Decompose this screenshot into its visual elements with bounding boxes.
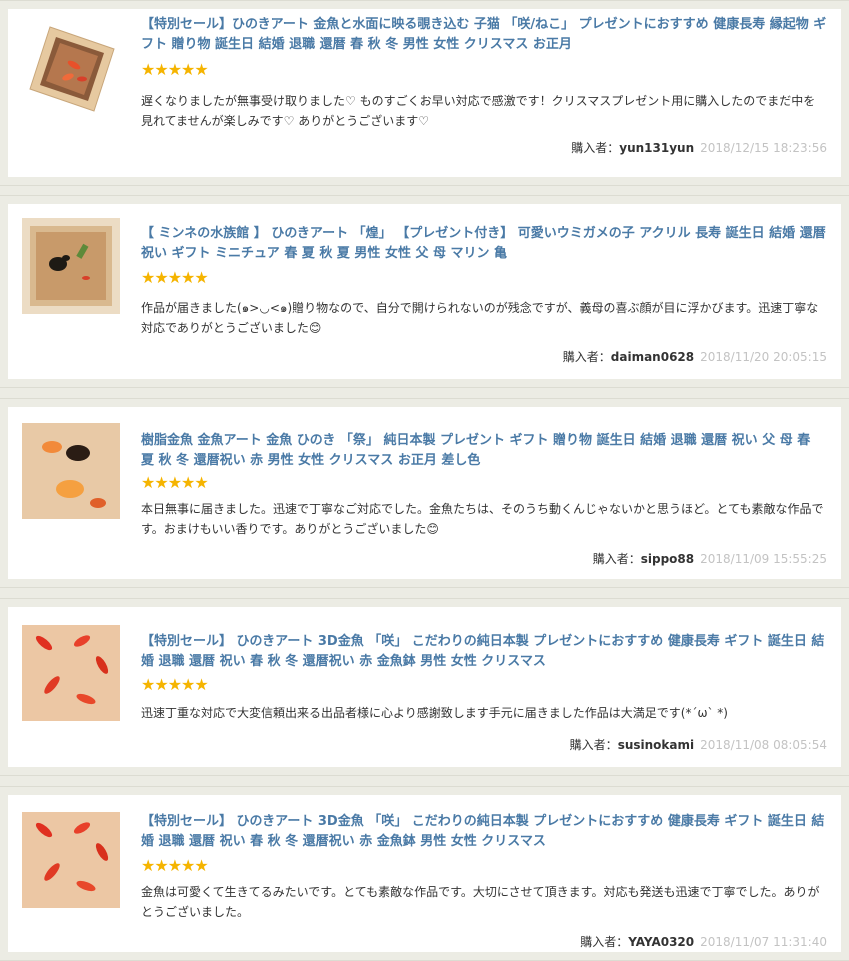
review-card: 【 ミンネの水族館 】 ひのきアート 「煌」 【プレゼント付き】 可愛いウミガメ… — [0, 195, 849, 388]
goldfish-festival-image — [22, 423, 120, 519]
buyer-info: 購入者：yun131yun 2018/12/15 18:23:56 — [571, 139, 827, 156]
review-panel: 【 ミンネの水族館 】 ひのきアート 「煌」 【プレゼント付き】 可愛いウミガメ… — [8, 204, 841, 379]
review-date: 2018/11/20 20:05:15 — [700, 350, 827, 364]
buyer-info: 購入者：sippo88 2018/11/09 15:55:25 — [593, 550, 827, 567]
rating-stars: ★★★★★ — [141, 473, 209, 492]
buyer-label: 購入者： — [571, 141, 620, 155]
buyer-name: yun131yun — [619, 141, 695, 155]
buyer-label: 購入者： — [592, 552, 641, 566]
review-card: 【特別セール】ひのきアート 金魚と水面に映る覗き込む 子猫 「咲/ねこ」 プレゼ… — [0, 0, 849, 186]
buyer-name: daiman0628 — [610, 350, 695, 364]
review-card: 樹脂金魚 金魚アート 金魚 ひのき 「祭」 純日本製 プレゼント ギフト 贈り物… — [0, 398, 849, 588]
rating-stars: ★★★★★ — [141, 675, 209, 694]
buyer-name: sippo88 — [640, 552, 695, 566]
review-panel: 【特別セール】ひのきアート 金魚と水面に映る覗き込む 子猫 「咲/ねこ」 プレゼ… — [8, 9, 841, 177]
buyer-name: susinokami — [617, 738, 695, 752]
product-thumbnail[interactable] — [22, 423, 120, 519]
review-text: 金魚は可愛くて生きてるみたいです。とても素敵な作品です。大切にさせて頂きます。対… — [141, 885, 820, 919]
goldfish-3d-image — [22, 812, 120, 908]
buyer-info: 購入者：YAYA0320 2018/11/07 11:31:40 — [580, 933, 827, 950]
product-title-link[interactable]: 【特別セール】 ひのきアート 3D金魚 「咲」 こだわりの純日本製 プレゼントに… — [141, 812, 827, 852]
review-text: 迅速丁重な対応で大変信頼出来る出品者様に心より感謝致します手元に届きました作品は… — [141, 706, 728, 720]
product-thumbnail[interactable] — [22, 625, 120, 721]
product-title-link[interactable]: 【 ミンネの水族館 】 ひのきアート 「煌」 【プレゼント付き】 可愛いウミガメ… — [141, 224, 827, 264]
review-date: 2018/12/15 18:23:56 — [700, 141, 827, 155]
buyer-label: 購入者： — [562, 350, 611, 364]
review-text: 本日無事に届きました。迅速で丁寧なご対応でした。金魚たちは、そのうち動くんじゃな… — [141, 502, 824, 536]
goldfish-3d-image — [22, 625, 120, 721]
wooden-box-turtle-image — [22, 218, 120, 314]
review-panel: 樹脂金魚 金魚アート 金魚 ひのき 「祭」 純日本製 プレゼント ギフト 贈り物… — [8, 407, 841, 579]
rating-stars: ★★★★★ — [141, 60, 209, 79]
buyer-label: 購入者： — [569, 738, 618, 752]
review-panel: 【特別セール】 ひのきアート 3D金魚 「咲」 こだわりの純日本製 プレゼントに… — [8, 607, 841, 767]
product-thumbnail[interactable] — [22, 218, 120, 314]
buyer-info: 購入者：daiman0628 2018/11/20 20:05:15 — [563, 348, 827, 365]
product-title-link[interactable]: 樹脂金魚 金魚アート 金魚 ひのき 「祭」 純日本製 プレゼント ギフト 贈り物… — [141, 431, 827, 471]
rating-stars: ★★★★★ — [141, 856, 209, 875]
review-date: 2018/11/08 08:05:54 — [700, 738, 827, 752]
review-card: 【特別セール】 ひのきアート 3D金魚 「咲」 こだわりの純日本製 プレゼントに… — [0, 598, 849, 776]
rating-stars: ★★★★★ — [141, 268, 209, 287]
review-text: 作品が届きました(๑>◡<๑)贈り物なので、自分で開けられないのが残念ですが、義… — [141, 301, 819, 335]
buyer-info: 購入者：susinokami 2018/11/08 08:05:54 — [570, 736, 827, 753]
review-text: 遅くなりましたが無事受け取りました♡ ものすごくお早い対応で感激です！クリスマス… — [141, 94, 816, 128]
product-thumbnail[interactable] — [22, 812, 120, 908]
product-thumbnail[interactable] — [22, 19, 120, 115]
review-panel: 【特別セール】 ひのきアート 3D金魚 「咲」 こだわりの純日本製 プレゼントに… — [8, 795, 841, 952]
review-card: 【特別セール】 ひのきアート 3D金魚 「咲」 こだわりの純日本製 プレゼントに… — [0, 786, 849, 961]
product-title-link[interactable]: 【特別セール】ひのきアート 金魚と水面に映る覗き込む 子猫 「咲/ねこ」 プレゼ… — [141, 15, 827, 55]
product-title-link[interactable]: 【特別セール】 ひのきアート 3D金魚 「咲」 こだわりの純日本製 プレゼントに… — [141, 632, 827, 672]
wooden-box-goldfish-cat-image — [22, 19, 120, 115]
review-date: 2018/11/09 15:55:25 — [700, 552, 827, 566]
